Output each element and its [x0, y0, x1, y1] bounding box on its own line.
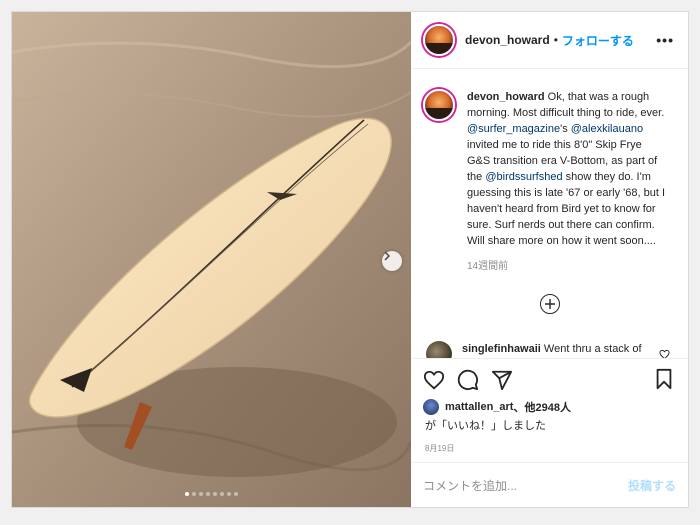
comments-section: devon_howard Ok, that was a rough mornin…: [411, 69, 688, 358]
post-sidebar: devon_howard • フォローする ••• devon_howard O…: [411, 12, 688, 507]
carousel-dot: [234, 492, 238, 496]
chevron-right-icon: [384, 251, 391, 261]
carousel-dot: [185, 492, 189, 496]
action-icons: [423, 367, 676, 393]
likes-count[interactable]: 、他2948人: [513, 399, 570, 415]
caption-text: devon_howard Ok, that was a rough mornin…: [467, 89, 667, 249]
carousel-dots: [12, 492, 411, 496]
likes-summary: mattallen_art 、他2948人: [423, 399, 676, 415]
post-header: devon_howard • フォローする •••: [411, 12, 688, 69]
carousel-dot: [206, 492, 210, 496]
mention-birdssurfshed[interactable]: @birdssurfshed: [485, 171, 562, 183]
comment-input[interactable]: コメントを追加...: [423, 477, 628, 494]
post-photo[interactable]: [12, 12, 411, 507]
mention-alexkilauano[interactable]: @alexkilauano: [571, 123, 643, 135]
comment-row: singlefinhawaii Went thru a stack of vin…: [423, 341, 676, 358]
avatar[interactable]: [423, 24, 455, 56]
plus-icon: [544, 299, 555, 309]
carousel-next-button[interactable]: [382, 251, 402, 271]
carousel-dot: [220, 492, 224, 496]
comment-like-icon[interactable]: [659, 349, 670, 358]
likes-suffix: が「いいね！」しました: [425, 420, 546, 432]
post-card: devon_howard • フォローする ••• devon_howard O…: [11, 11, 689, 508]
load-more: [423, 294, 676, 314]
share-paper-plane-icon[interactable]: [491, 369, 513, 391]
bookmark-icon[interactable]: [654, 368, 674, 390]
load-more-comments-button[interactable]: [539, 294, 560, 314]
surfboard-image: [12, 12, 411, 507]
liker-avatar[interactable]: [423, 399, 439, 415]
mention-surfer-magazine[interactable]: @surfer_magazine: [467, 123, 560, 135]
comment-avatar[interactable]: [426, 341, 452, 358]
carousel-dot: [199, 492, 203, 496]
like-heart-icon[interactable]: [423, 369, 445, 391]
caption-username[interactable]: devon_howard: [467, 91, 545, 103]
carousel-dot: [192, 492, 196, 496]
follow-button[interactable]: フォローする: [562, 32, 634, 49]
separator: •: [553, 33, 558, 47]
liker-username[interactable]: mattallen_art: [445, 401, 513, 413]
comment-bubble-icon[interactable]: [457, 369, 479, 391]
comment-username[interactable]: singlefinhawaii: [462, 343, 541, 355]
post-comment-button[interactable]: 投稿する: [628, 477, 676, 494]
caption-avatar[interactable]: [423, 89, 455, 121]
carousel-dot: [227, 492, 231, 496]
post-age[interactable]: 14週間前: [467, 257, 676, 272]
post-date[interactable]: 8月19日: [425, 443, 676, 454]
caption-row: devon_howard Ok, that was a rough mornin…: [423, 89, 676, 249]
caption-part: 's: [560, 123, 571, 135]
more-options-icon[interactable]: •••: [656, 32, 674, 48]
add-comment-bar: コメントを追加... 投稿する: [411, 462, 688, 507]
post-username[interactable]: devon_howard: [465, 33, 550, 47]
action-bar: mattallen_art 、他2948人 が「いいね！」しました 8月19日: [411, 358, 688, 462]
comment-text: singlefinhawaii Went thru a stack of vin…: [462, 341, 647, 358]
carousel-dot: [213, 492, 217, 496]
